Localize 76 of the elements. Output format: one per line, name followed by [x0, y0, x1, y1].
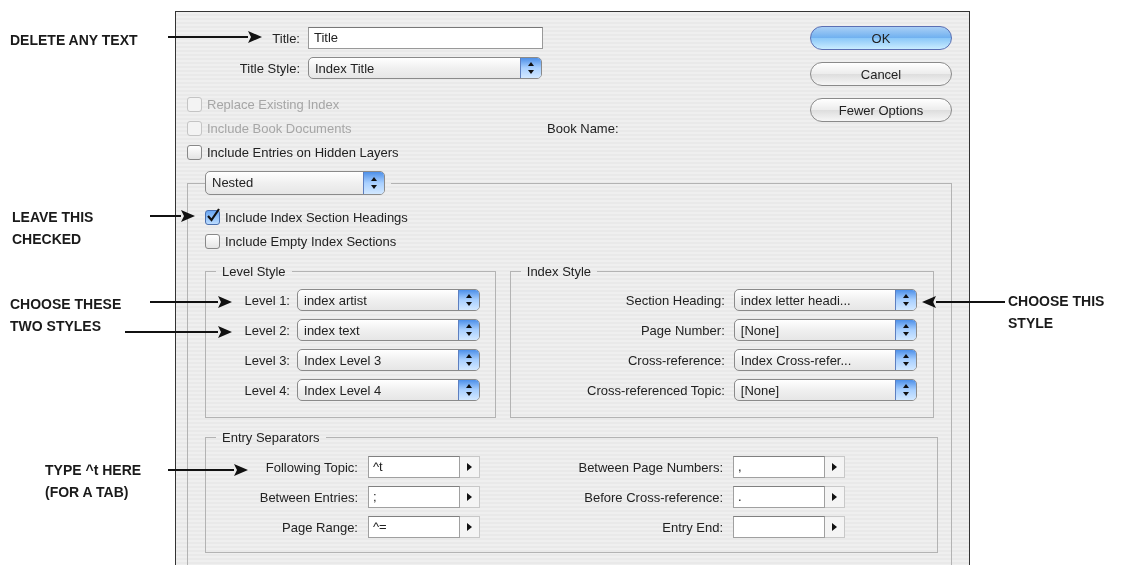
field-label: Book Name: — [547, 120, 619, 136]
input-field[interactable]: Title — [308, 27, 543, 49]
field-label: Level 1: — [244, 292, 290, 308]
menu-button[interactable] — [825, 516, 845, 538]
updown-arrows-icon — [458, 320, 479, 340]
checkbox[interactable] — [187, 144, 202, 160]
field-label: Level 3: — [244, 352, 290, 368]
input-field[interactable]: ; — [368, 486, 460, 508]
updown-arrows-icon — [458, 350, 479, 370]
field-label: Cross-referenced Topic: — [587, 382, 725, 398]
group-title: Index Style — [525, 264, 593, 279]
checkbox-label: Include Entries on Hidden Layers — [207, 144, 399, 160]
triangle-icon — [467, 463, 472, 471]
group-title: Level Style — [221, 264, 287, 279]
field-label: Cross-reference: — [627, 352, 725, 368]
dropdown[interactable]: [None] — [733, 379, 917, 401]
updown-arrows-icon — [458, 290, 479, 310]
input-field[interactable] — [733, 516, 825, 538]
field-label: Section Heading: — [625, 292, 725, 308]
annotation-text: CHOOSE THESE TWO STYLES — [10, 295, 122, 336]
updown-arrows-icon — [520, 58, 541, 78]
checkbox-label: Include Book Documents — [207, 120, 352, 136]
group-title: Entry Separators — [221, 430, 321, 445]
dropdown[interactable]: Index Level 3 — [297, 349, 480, 371]
input-field[interactable]: . — [733, 486, 825, 508]
field-label: Entry End: — [662, 519, 723, 535]
field-label: Page Range: — [282, 519, 358, 535]
dropdown[interactable]: Index Level 4 — [297, 379, 480, 401]
field-label: Between Page Numbers: — [578, 459, 723, 475]
checkbox-label: Include Index Section Headings — [225, 209, 408, 225]
updown-arrows-icon — [894, 380, 916, 400]
field-label: Following Topic: — [265, 459, 358, 475]
dialog-button[interactable]: OK — [810, 26, 952, 50]
menu-button[interactable] — [825, 456, 845, 478]
updown-arrows-icon — [458, 380, 479, 400]
annotation-text: LEAVE THIS CHECKED — [12, 208, 94, 249]
dropdown[interactable]: Index Cross-refer... — [733, 349, 917, 371]
annotation-text: DELETE ANY TEXT — [10, 31, 138, 50]
menu-button[interactable] — [460, 486, 480, 508]
menu-button[interactable] — [460, 516, 480, 538]
updown-arrows-icon — [363, 172, 384, 194]
checkbox-label: Replace Existing Index — [207, 96, 340, 112]
input-field[interactable]: , — [733, 456, 825, 478]
triangle-icon — [832, 463, 837, 471]
dropdown[interactable]: Nested — [205, 171, 385, 195]
input-field[interactable]: ^= — [368, 516, 460, 538]
field-label: Title: — [272, 30, 300, 46]
checkbox[interactable] — [205, 209, 220, 225]
field-label: Title Style: — [239, 60, 300, 76]
field-label: Before Cross-reference: — [584, 489, 723, 505]
dialog-button[interactable]: Fewer Options — [810, 98, 952, 122]
field-label: Level 2: — [244, 322, 290, 338]
dropdown[interactable]: Index Title — [308, 57, 542, 79]
annotation-text: CHOOSE THIS STYLE — [1008, 292, 1105, 333]
arrow — [149, 210, 195, 222]
annotation-text: TYPE ^t HERE (FOR A TAB) — [45, 461, 142, 502]
field-label: Page Number: — [640, 322, 725, 338]
menu-button[interactable] — [825, 486, 845, 508]
updown-arrows-icon — [894, 320, 916, 340]
field-label: Between Entries: — [259, 489, 358, 505]
dropdown[interactable]: index artist — [297, 289, 480, 311]
updown-arrows-icon — [894, 290, 916, 310]
field-label: Level 4: — [244, 382, 290, 398]
updown-arrows-icon — [894, 350, 916, 370]
checkbox-label: Include Empty Index Sections — [225, 233, 397, 249]
menu-button[interactable] — [460, 456, 480, 478]
dialog-button[interactable]: Cancel — [810, 62, 952, 86]
dropdown[interactable]: [None] — [733, 319, 917, 341]
dropdown[interactable]: index letter headi... — [733, 289, 917, 311]
triangle-icon — [832, 493, 837, 501]
triangle-icon — [467, 493, 472, 501]
input-field[interactable]: ^t — [368, 456, 460, 478]
triangle-icon — [832, 523, 837, 531]
dropdown[interactable]: index text — [297, 319, 480, 341]
triangle-icon — [467, 523, 472, 531]
checkbox[interactable] — [205, 233, 220, 249]
